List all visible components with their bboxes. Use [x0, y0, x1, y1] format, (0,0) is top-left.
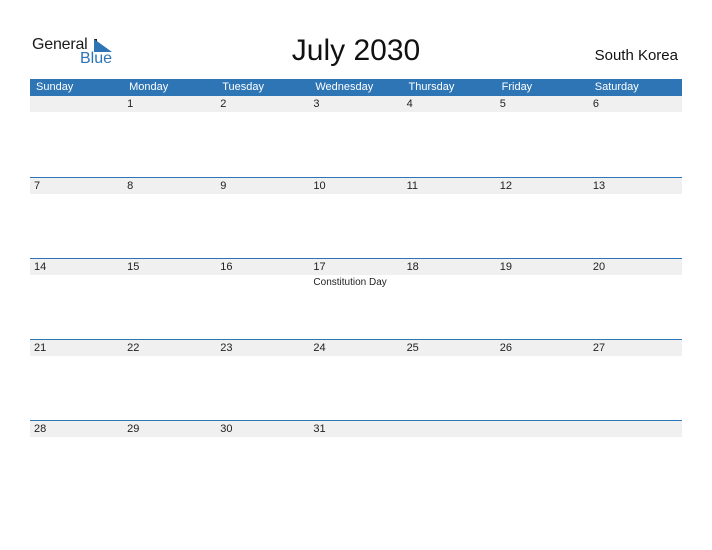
day-cell: 6	[589, 96, 682, 176]
day-number: 9	[220, 180, 227, 192]
day-number: 4	[406, 98, 413, 110]
day-number: 27	[592, 342, 606, 354]
day-cell: 12	[496, 178, 589, 258]
day-cell: 7	[30, 178, 123, 258]
day-cell: 28	[30, 421, 123, 501]
day-cell	[403, 421, 496, 501]
day-cell: 3	[309, 96, 402, 176]
week-row: 21 22 23 24 25 26 27	[30, 339, 682, 420]
day-number: 29	[127, 423, 140, 435]
weekday-saturday: Saturday	[594, 81, 639, 93]
day-cell: 16	[216, 259, 309, 339]
day-cell: 24	[309, 340, 402, 420]
day-cell: 29	[123, 421, 216, 501]
day-number: 26	[499, 342, 512, 354]
day-cell: 20	[589, 259, 682, 339]
day-cell: 13	[589, 178, 682, 258]
day-cell: 8	[123, 178, 216, 258]
week-row: 28 29 30 31	[30, 420, 682, 501]
weekday-wednesday: Wednesday	[315, 81, 374, 93]
day-number: 15	[127, 261, 140, 273]
week-row: 7 8 9 10 11 12 13	[30, 177, 682, 258]
day-number: 11	[406, 180, 418, 192]
day-cell: 30	[216, 421, 309, 501]
weekday-thursday: Thursday	[408, 81, 455, 93]
day-cell: 4	[403, 96, 496, 176]
weekday-monday: Monday	[129, 81, 169, 93]
day-number: 21	[34, 342, 47, 354]
day-number: 12	[499, 180, 512, 192]
weekday-friday: Friday	[501, 81, 533, 93]
week-row: 1 2 3 4 5 6	[30, 95, 682, 176]
day-cell: 14	[30, 259, 123, 339]
day-cell: 15	[123, 259, 216, 339]
weekday-sunday: Sunday	[36, 81, 74, 93]
day-number: 23	[220, 342, 233, 354]
day-cell: 1	[123, 96, 216, 176]
day-number: 13	[592, 180, 606, 192]
day-number: 28	[34, 423, 47, 435]
day-number: 2	[220, 98, 227, 110]
day-number: 14	[34, 261, 47, 273]
holiday-label: Constitution Day	[313, 277, 387, 288]
day-cell: 19	[496, 259, 589, 339]
day-number: 6	[592, 98, 599, 110]
day-number: 1	[127, 98, 134, 110]
day-number: 10	[313, 180, 326, 192]
day-number: 18	[406, 261, 419, 273]
day-cell: 2	[216, 96, 309, 176]
day-cell: 26	[496, 340, 589, 420]
day-number: 7	[34, 180, 41, 192]
day-cell	[589, 421, 682, 501]
day-number: 17	[313, 261, 326, 273]
day-number: 5	[499, 98, 506, 110]
day-number: 25	[406, 342, 419, 354]
day-number: 19	[499, 261, 512, 273]
day-cell: 25	[403, 340, 496, 420]
day-cell: 18	[403, 259, 496, 339]
day-number: 30	[220, 423, 233, 435]
day-cell: 10	[309, 178, 402, 258]
day-number: 8	[127, 180, 134, 192]
day-number: 3	[313, 98, 320, 110]
day-cell: 11	[403, 178, 496, 258]
day-cell: 5	[496, 96, 589, 176]
day-number: 22	[127, 342, 140, 354]
day-number: 24	[313, 342, 326, 354]
day-cell: 9	[216, 178, 309, 258]
day-number: 16	[220, 261, 233, 273]
day-cell: 23	[216, 340, 309, 420]
day-cell: 27	[589, 340, 682, 420]
country-label: South Korea	[594, 47, 678, 64]
day-cell	[30, 96, 123, 176]
weekday-tuesday: Tuesday	[222, 81, 265, 93]
day-number: 31	[313, 423, 326, 435]
day-cell: 21	[30, 340, 123, 420]
day-cell: 22	[123, 340, 216, 420]
week-row: 14 15 16 17 Constitution Day 18 19 20	[30, 258, 682, 339]
weekday-header: Sunday Monday Tuesday Wednesday Thursday…	[30, 79, 682, 96]
day-cell	[496, 421, 589, 501]
day-cell: 31	[309, 421, 402, 501]
day-cell: 17 Constitution Day	[309, 259, 402, 339]
day-number: 20	[592, 261, 606, 273]
